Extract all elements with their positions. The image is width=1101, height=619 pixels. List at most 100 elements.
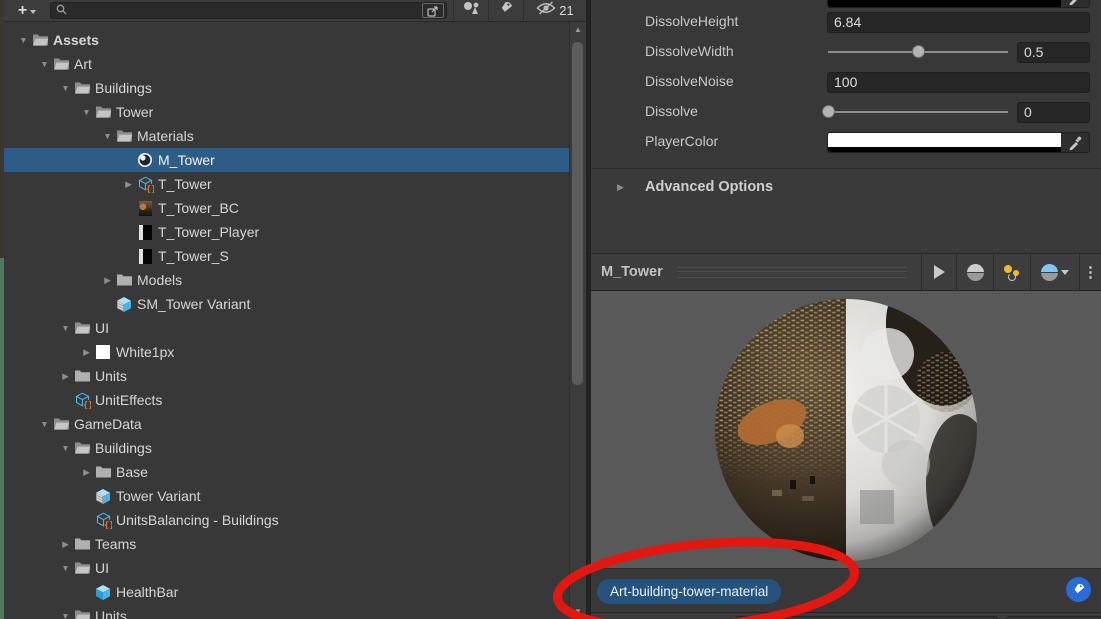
tree-item-label: HealthBar: [116, 584, 178, 600]
tree-item-label: T_Tower: [158, 176, 212, 192]
tree-row[interactable]: {}UnitsBalancing - Buildings: [4, 508, 569, 532]
preview-drag-handle[interactable]: [677, 267, 907, 278]
expander-open-icon[interactable]: ▼: [16, 28, 31, 52]
scroll-up-icon[interactable]: ▲: [570, 25, 586, 34]
lighting-icon: [1003, 263, 1021, 281]
slider-track[interactable]: [828, 111, 1008, 113]
property-value-field[interactable]: 100: [827, 72, 1090, 93]
tree-row[interactable]: {}UnitEffects: [4, 388, 569, 412]
tree-row[interactable]: ▶{}T_Tower: [4, 172, 569, 196]
preview-lighting-button[interactable]: [993, 254, 1030, 290]
tree-row[interactable]: ▼Buildings: [4, 76, 569, 100]
preview-shape-button[interactable]: [956, 254, 993, 290]
create-button[interactable]: +: [4, 0, 50, 21]
tree-row[interactable]: ▶ White1px: [4, 340, 569, 364]
tree-row[interactable]: Tower Variant: [4, 484, 569, 508]
folder-closed-icon: [115, 271, 133, 289]
material-preview-sphere: [710, 294, 982, 566]
expander-open-icon[interactable]: ▼: [37, 52, 52, 76]
tree-row[interactable]: ▼ Assets: [4, 28, 569, 52]
tex-white-icon: [94, 343, 112, 361]
kebab-icon: ⋮: [1083, 263, 1098, 281]
expander-open-icon[interactable]: ▼: [58, 436, 73, 460]
tree-row[interactable]: ▼ UI: [4, 316, 569, 340]
tree-row[interactable]: T_Tower_Player: [4, 220, 569, 244]
tree-item-label: T_Tower_S: [158, 248, 229, 264]
eyedropper-icon[interactable]: [1061, 133, 1089, 152]
tree-row[interactable]: ▼GameData: [4, 412, 569, 436]
preview-play-button[interactable]: [921, 254, 956, 290]
property-label: DissolveWidth: [645, 43, 734, 59]
tree-row[interactable]: ▼Art: [4, 52, 569, 76]
tree-row[interactable]: ▼Tower: [4, 100, 569, 124]
search-box[interactable]: [50, 2, 447, 19]
color-field[interactable]: [827, 132, 1090, 153]
tree-item-label: UI: [95, 320, 109, 336]
tree-item-label: UnitsBalancing - Buildings: [116, 512, 279, 528]
tree-row[interactable]: M_Tower: [4, 148, 569, 172]
color-field-partial[interactable]: [827, 0, 1090, 8]
tree-item-label: Assets: [53, 32, 99, 48]
expander-closed-icon[interactable]: ▶: [79, 340, 94, 364]
search-by-type-button[interactable]: [453, 0, 488, 21]
tree-row[interactable]: ▼ Materials: [4, 124, 569, 148]
object-picker-icon[interactable]: [422, 3, 444, 18]
search-by-label-button[interactable]: [488, 0, 523, 21]
tree-row[interactable]: ▶Teams: [4, 532, 569, 556]
slider-value-field[interactable]: 0: [1017, 102, 1090, 123]
tree-item-label: White1px: [116, 344, 174, 360]
property-row: PlayerColor: [591, 132, 1101, 153]
play-icon: [934, 265, 945, 279]
tree-row[interactable]: ▶Base: [4, 460, 569, 484]
preview-more-button[interactable]: ⋮: [1079, 254, 1101, 290]
scroll-down-icon[interactable]: ▼: [570, 607, 586, 616]
asset-labels-bar: Art-building-tower-material: [591, 568, 1101, 612]
tree-row[interactable]: ▼UI: [4, 556, 569, 580]
property-row: Dissolve0: [591, 102, 1101, 123]
vertical-scrollbar[interactable]: ▲ ▼: [569, 22, 586, 619]
eye-slash-icon: [536, 1, 556, 20]
asset-label-button[interactable]: [1066, 577, 1091, 602]
tree-item-label: Materials: [137, 128, 194, 144]
tree-item-label: T_Tower_BC: [158, 200, 239, 216]
folder-closed-icon: [94, 463, 112, 481]
tree-row[interactable]: T_Tower_BC: [4, 196, 569, 220]
scrollbar-thumb[interactable]: [572, 42, 583, 385]
expander-open-icon[interactable]: ▼: [58, 76, 73, 100]
advanced-options-header[interactable]: ▶ Advanced Options: [591, 169, 1101, 205]
slider-value-field[interactable]: 0.5: [1017, 42, 1090, 63]
folder-open-icon: [52, 55, 70, 73]
expander-open-icon[interactable]: ▼: [58, 604, 73, 619]
asset-label-badge[interactable]: Art-building-tower-material: [597, 579, 781, 604]
expander-open-icon[interactable]: ▼: [58, 556, 73, 580]
property-value-field[interactable]: 6.84: [827, 12, 1090, 33]
slider-thumb[interactable]: [822, 105, 835, 118]
tex-bw-icon: [136, 247, 154, 265]
expander-open-icon[interactable]: ▼: [37, 412, 52, 436]
expander-open-icon[interactable]: ▼: [58, 316, 73, 340]
tree-row[interactable]: ▶Units: [4, 364, 569, 388]
search-input[interactable]: [71, 3, 418, 19]
expander-closed-icon[interactable]: ▶: [121, 172, 136, 196]
tree-row[interactable]: T_Tower_S: [4, 244, 569, 268]
expander-open-icon[interactable]: ▼: [100, 124, 115, 148]
hidden-count: 21: [559, 3, 573, 18]
expander-closed-icon[interactable]: ▶: [58, 364, 73, 388]
expander-closed-icon[interactable]: ▶: [100, 268, 115, 292]
tree-row[interactable]: HealthBar: [4, 580, 569, 604]
scene-visibility-button[interactable]: 21: [523, 0, 586, 21]
expander-closed-icon[interactable]: ▶: [58, 532, 73, 556]
color-swatch[interactable]: [828, 133, 1061, 152]
tree-row[interactable]: SM_Tower Variant: [4, 292, 569, 316]
material-preview-area[interactable]: [591, 291, 1101, 568]
slider-thumb[interactable]: [912, 45, 925, 58]
expander-closed-icon[interactable]: ▶: [79, 460, 94, 484]
property-row: DissolveWidth 0.5: [591, 42, 1101, 63]
tree-row[interactable]: ▶Models: [4, 268, 569, 292]
preview-render-mode-button[interactable]: [1030, 254, 1079, 290]
partial-color-swatch[interactable]: [828, 0, 1061, 7]
expander-open-icon[interactable]: ▼: [79, 100, 94, 124]
tree-row[interactable]: ▼Units: [4, 604, 569, 619]
tree-row[interactable]: ▼Buildings: [4, 436, 569, 460]
eyedropper-icon[interactable]: [1061, 0, 1089, 7]
